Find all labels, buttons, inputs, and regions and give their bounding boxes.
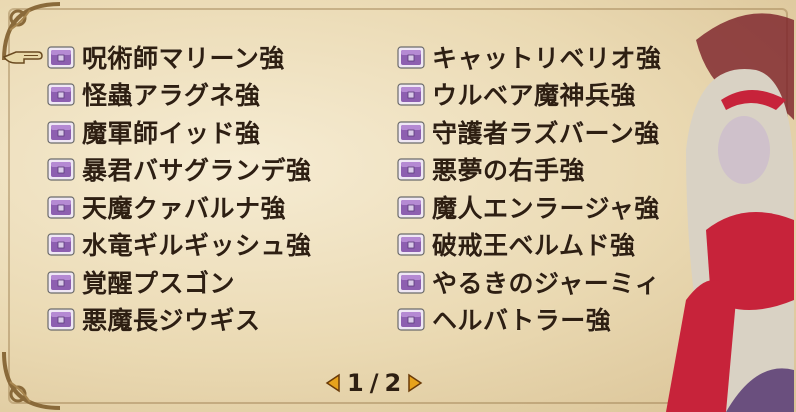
list-item[interactable]: 天魔クァバルナ強 — [46, 188, 312, 226]
purple-chest-icon — [397, 233, 425, 256]
list-item[interactable]: 破戒王ベルムド強 — [396, 226, 662, 264]
monster-name: 呪術師マリーン強 — [82, 43, 285, 73]
list-item[interactable]: 覚醒プスゴン — [46, 263, 312, 301]
monster-name: 悪魔長ジウギス — [82, 306, 261, 336]
list-item[interactable]: 悪魔長ジウギス — [46, 301, 312, 339]
arrow-right-icon[interactable] — [407, 373, 423, 393]
monster-name: 守護者ラズバーン強 — [432, 118, 660, 148]
purple-chest-icon — [47, 121, 75, 144]
list-item[interactable]: ウルベア魔神兵強 — [396, 76, 662, 114]
monster-name: 破戒王ベルムド強 — [432, 231, 636, 261]
list-item[interactable]: 呪術師マリーン強 — [46, 38, 312, 76]
purple-chest-icon — [397, 83, 425, 106]
purple-chest-icon — [47, 196, 75, 219]
purple-chest-icon — [397, 196, 425, 219]
list-item[interactable]: 守護者ラズバーン強 — [396, 113, 662, 151]
monster-name: 水竜ギルギッシュ強 — [82, 231, 312, 261]
monster-name: 怪蟲アラグネ強 — [82, 81, 261, 111]
purple-chest-icon — [47, 271, 75, 294]
list-item[interactable]: 魔人エンラージャ強 — [396, 188, 662, 226]
purple-chest-icon — [397, 308, 425, 331]
monster-name: 覚醒プスゴン — [82, 268, 236, 298]
monster-name: 暴君バサグランデ強 — [82, 156, 312, 186]
page-total: 2 — [384, 369, 402, 397]
corner-ornament-icon — [0, 342, 70, 412]
pointing-hand-icon — [2, 51, 43, 64]
monster-list-right: キャットリベリオ強 ウルベア魔神兵強 守護者ラズバーン強 悪夢の右手強魔人エンラージャ… — [396, 38, 662, 338]
list-item[interactable]: キャットリベリオ強 — [396, 38, 662, 76]
list-item[interactable]: ヘルバトラー強 — [396, 301, 662, 339]
monster-list-window: 呪術師マリーン強 怪蟲アラグネ強 魔軍師イッド強暴君バサグランデ強 天魔クァバルナ強水… — [0, 0, 796, 412]
monster-name: 悪夢の右手強 — [432, 156, 586, 186]
list-item[interactable]: 悪夢の右手強 — [396, 151, 662, 189]
list-item[interactable]: 魔軍師イッド強 — [46, 113, 312, 151]
purple-chest-icon — [397, 158, 425, 181]
monster-name: 天魔クァバルナ強 — [82, 193, 287, 223]
list-item[interactable]: 怪蟲アラグネ強 — [46, 76, 312, 114]
purple-chest-icon — [47, 83, 75, 106]
page-indicator: 1 / 2 — [325, 369, 423, 397]
purple-chest-icon — [397, 46, 425, 69]
monster-name: ウルベア魔神兵強 — [432, 81, 637, 111]
page-separator: / — [369, 369, 379, 397]
list-item[interactable]: やるきのジャーミィ — [396, 263, 662, 301]
list-item[interactable]: 水竜ギルギッシュ強 — [46, 226, 312, 264]
monster-name: やるきのジャーミィ — [432, 268, 661, 298]
monster-name: キャットリベリオ強 — [432, 43, 662, 73]
purple-chest-icon — [47, 233, 75, 256]
monster-list-left: 呪術師マリーン強 怪蟲アラグネ強 魔軍師イッド強暴君バサグランデ強 天魔クァバルナ強水… — [46, 38, 312, 338]
arrow-left-icon[interactable] — [325, 373, 341, 393]
purple-chest-icon — [47, 308, 75, 331]
purple-chest-icon — [47, 158, 75, 181]
purple-chest-icon — [397, 121, 425, 144]
page-current: 1 — [347, 369, 364, 397]
monster-name: 魔人エンラージャ強 — [432, 193, 660, 223]
list-item[interactable]: 暴君バサグランデ強 — [46, 151, 312, 189]
monster-name: ヘルバトラー強 — [432, 306, 612, 336]
purple-chest-icon — [47, 46, 75, 69]
monster-name: 魔軍師イッド強 — [82, 118, 261, 148]
purple-chest-icon — [397, 271, 425, 294]
